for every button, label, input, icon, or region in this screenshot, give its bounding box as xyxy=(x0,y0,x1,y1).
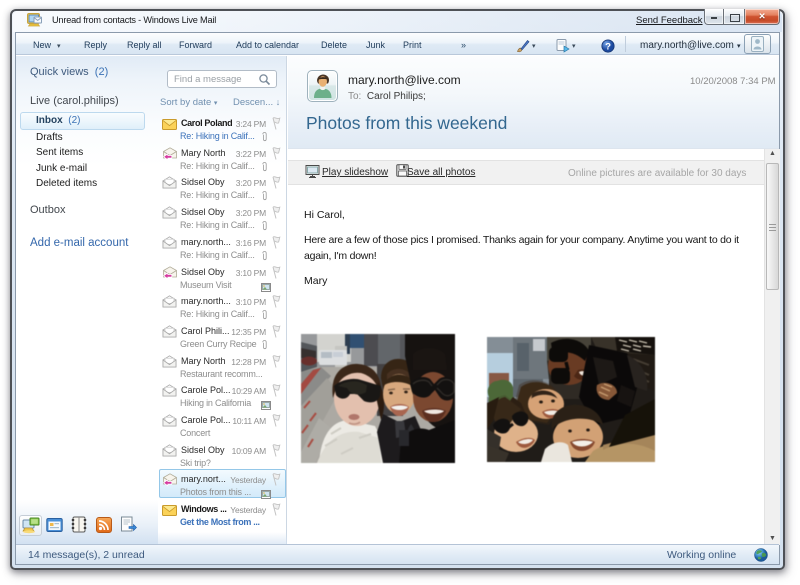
svg-text:?: ? xyxy=(605,42,611,53)
